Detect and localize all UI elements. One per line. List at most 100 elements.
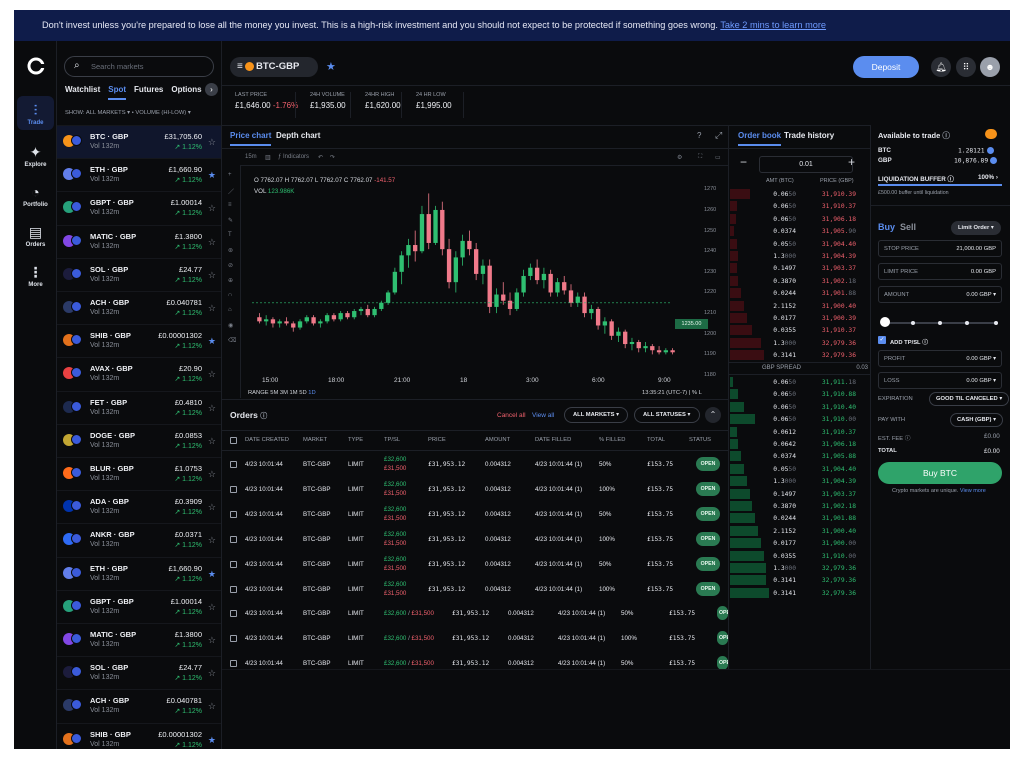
market-row[interactable]: ETH · GBP Vol 132m £1,660.90 ↗ 1.12% ★ <box>57 158 221 191</box>
order-book-price[interactable]: 32,979.36 <box>804 590 856 597</box>
tab-depth-chart[interactable]: Depth chart <box>276 131 320 144</box>
status-badge[interactable]: OPEN <box>696 582 720 596</box>
interval-selector[interactable]: 15m <box>245 154 257 160</box>
apps-button[interactable]: ⠿ <box>956 57 976 77</box>
status-badge[interactable]: OPEN <box>696 482 720 496</box>
pattern-icon[interactable]: ⊛ <box>228 247 233 254</box>
order-book-amount[interactable]: 0.0650 <box>750 391 796 398</box>
star-icon[interactable]: ☆ <box>208 668 216 679</box>
tab-trade-history[interactable]: Trade history <box>784 131 834 144</box>
order-book-price[interactable]: 32,979.36 <box>804 565 856 572</box>
settings-icon[interactable]: ⚙ <box>677 154 682 161</box>
market-row[interactable]: DOGE · GBP Vol 132m £0.0853 ↗ 1.12% ☆ <box>57 423 221 457</box>
star-icon[interactable]: ★ <box>208 170 216 181</box>
rail-item-orders[interactable]: ▤ Orders <box>14 224 57 248</box>
brush-icon[interactable]: ✎ <box>228 217 233 224</box>
redo-icon[interactable]: ↷ <box>330 154 335 161</box>
avatar[interactable]: ☻ <box>980 57 1000 77</box>
loss-field[interactable]: LOSS 0.00 GBP ▾ <box>878 372 1002 389</box>
status-badge[interactable]: OPEN <box>696 457 720 471</box>
star-icon[interactable]: ☆ <box>208 369 216 380</box>
decrease-increment-button[interactable]: − <box>740 155 747 169</box>
order-book-price[interactable]: 31,904.40 <box>804 241 856 248</box>
buy-tab[interactable]: Buy <box>878 222 895 232</box>
indicators-button[interactable]: ƒ Indicators <box>278 154 309 160</box>
order-book-price[interactable]: 31,904.39 <box>804 253 856 260</box>
order-book-amount[interactable]: 1.3000 <box>750 253 796 260</box>
order-book-amount[interactable]: 0.3870 <box>750 503 796 510</box>
zoom-icon[interactable]: ⊕ <box>228 277 233 284</box>
order-book-amount[interactable]: 0.0650 <box>750 404 796 411</box>
order-book-price[interactable]: 31,902.18 <box>804 278 856 285</box>
star-icon[interactable]: ☆ <box>208 237 216 248</box>
pay-with-dropdown[interactable]: CASH (GBP) ▾ <box>950 413 1004 427</box>
order-book-price[interactable]: 31,903.37 <box>804 491 856 498</box>
ruler-icon[interactable]: ⊘ <box>228 262 233 269</box>
increment-input[interactable]: 0.01 <box>759 156 853 173</box>
tpsl-checkbox[interactable]: ✓ <box>878 336 886 344</box>
order-book-amount[interactable]: 1.3000 <box>750 565 796 572</box>
order-book-price[interactable]: 32,979.36 <box>804 340 856 347</box>
order-book-amount[interactable]: 0.0650 <box>750 203 796 210</box>
trendline-icon[interactable]: ／ <box>228 187 234 196</box>
order-book-price[interactable]: 31,900.40 <box>804 303 856 310</box>
crosshair-icon[interactable]: + <box>228 172 232 178</box>
fib-icon[interactable]: ≡ <box>228 202 232 208</box>
order-book-amount[interactable]: 0.0642 <box>750 441 796 448</box>
tab-price-chart[interactable]: Price chart <box>230 131 272 146</box>
notifications-button[interactable]: 🔔︎ <box>931 57 951 77</box>
column-header[interactable]: % FILLED <box>599 437 625 443</box>
order-book-amount[interactable]: 2.1152 <box>750 528 796 535</box>
order-book-price[interactable]: 31,906.18 <box>804 441 856 448</box>
order-book-price[interactable]: 31,900.00 <box>804 540 856 547</box>
order-book-amount[interactable]: 0.0374 <box>750 228 796 235</box>
help-icon[interactable]: ? <box>697 131 701 140</box>
row-checkbox[interactable] <box>230 486 237 493</box>
row-checkbox[interactable] <box>230 536 237 543</box>
market-row[interactable]: AVAX · GBP Vol 132m £20.90 ↗ 1.12% ☆ <box>57 357 221 390</box>
favorite-star-icon[interactable]: ★ <box>326 60 336 73</box>
candlestick-chart[interactable] <box>252 173 708 383</box>
range-selector[interactable]: RANGE 5M 3M 1M 5D 1D <box>248 390 316 396</box>
statuses-filter-dropdown[interactable]: ALL STATUSES ▾ <box>634 407 700 423</box>
order-book-amount[interactable]: 0.3141 <box>750 352 796 359</box>
order-book-amount[interactable]: 0.3141 <box>750 577 796 584</box>
cancel-all-link[interactable]: Cancel all <box>497 412 526 419</box>
order-book-amount[interactable]: 0.3870 <box>750 278 796 285</box>
undo-icon[interactable]: ↶ <box>318 154 323 161</box>
market-row[interactable]: SHIB · GBP Vol 132m £0.00001302 ↗ 1.12% ★ <box>57 722 221 749</box>
order-book-price[interactable]: 31,910.39 <box>804 191 856 198</box>
tab-order-book[interactable]: Order book <box>738 131 782 146</box>
order-type-dropdown[interactable]: Limit Order ▾ <box>951 221 1001 235</box>
star-icon[interactable]: ★ <box>208 735 216 746</box>
tabs-scroll-right-button[interactable]: › <box>205 83 218 96</box>
star-icon[interactable]: ☆ <box>208 436 216 447</box>
order-book-price[interactable]: 31,904.39 <box>804 478 856 485</box>
status-badge[interactable]: OPEN <box>717 606 728 620</box>
stop-price-field[interactable]: STOP PRICE 21,000.00 GBP <box>878 240 1002 257</box>
wallet-toggle-icon[interactable] <box>985 129 997 139</box>
text-icon[interactable]: T <box>228 232 232 238</box>
row-checkbox[interactable] <box>230 610 237 617</box>
column-header[interactable]: AMOUNT <box>485 437 510 443</box>
order-book-amount[interactable]: 0.0650 <box>750 216 796 223</box>
column-header[interactable]: MARKET <box>303 437 327 443</box>
status-badge[interactable]: OPEN <box>696 532 720 546</box>
magnet-icon[interactable]: ∩ <box>228 292 232 298</box>
order-book-amount[interactable]: 2.1152 <box>750 303 796 310</box>
order-book-price[interactable]: 31,910.88 <box>804 391 856 398</box>
order-book-price[interactable]: 31,905.88 <box>804 453 856 460</box>
order-book-amount[interactable]: 1.3000 <box>750 340 796 347</box>
market-row[interactable]: ETH · GBP Vol 132m £1,660.90 ↗ 1.12% ★ <box>57 556 221 590</box>
order-book-price[interactable]: 31,906.18 <box>804 216 856 223</box>
candle-type-icon[interactable]: ▥ <box>265 154 271 161</box>
column-header[interactable]: STATUS <box>689 437 711 443</box>
star-icon[interactable]: ☆ <box>208 701 216 712</box>
star-icon[interactable]: ☆ <box>208 602 216 613</box>
market-row[interactable]: GBPT · GBP Vol 132m £1.00014 ↗ 1.12% ☆ <box>57 191 221 224</box>
order-book-price[interactable]: 31,911.18 <box>804 379 856 386</box>
row-checkbox[interactable] <box>230 461 237 468</box>
order-book-amount[interactable]: 0.0244 <box>750 290 796 297</box>
market-row[interactable]: ACH · GBP Vol 132m £0.040781 ↗ 1.12% ☆ <box>57 291 221 324</box>
market-filter[interactable]: SHOW: ALL MARKETS ▾ • VOLUME (HI-LOW) ▾ <box>65 110 191 116</box>
